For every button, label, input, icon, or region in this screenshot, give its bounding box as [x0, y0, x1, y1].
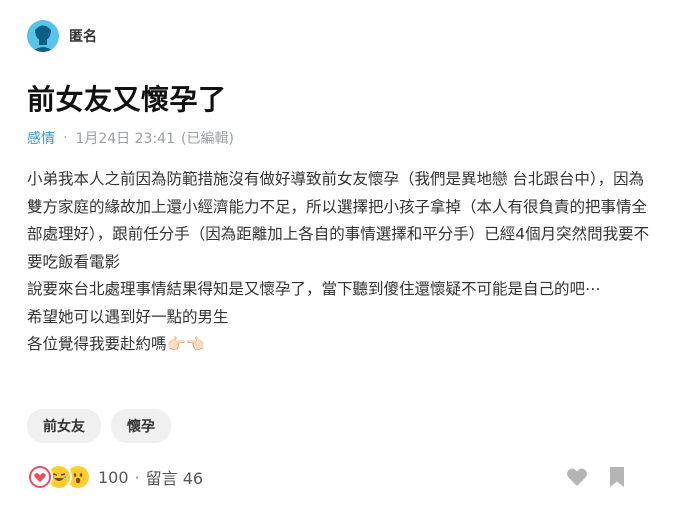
heart-outline-icon[interactable]	[566, 467, 588, 491]
forum-link[interactable]: 感情	[27, 128, 55, 148]
post-actions	[566, 466, 626, 492]
reaction-summary[interactable]	[27, 464, 91, 490]
author-name[interactable]: 匿名	[69, 26, 97, 46]
content-paragraph: 說要來台北處理事情結果得知是又懷孕了，當下聽到傻住還懷疑不可能是自己的吧⋯	[27, 280, 601, 298]
content-paragraph: 小弟我本人之前因為防範措施沒有做好導致前女友懷孕（我們是異地戀 台北跟台中），因…	[27, 170, 650, 271]
tag-chip[interactable]: 懷孕	[111, 409, 171, 443]
heart-reaction-icon	[27, 464, 53, 490]
post-meta: 感情 · 1月24日 23:41 (已編輯)	[27, 128, 234, 148]
footer-separator: ·	[134, 467, 140, 487]
reaction-count[interactable]: 100	[98, 468, 129, 487]
tag-chip[interactable]: 前女友	[27, 409, 101, 443]
bookmark-icon[interactable]	[608, 466, 626, 492]
content-paragraph: 希望她可以遇到好一點的男生	[27, 307, 229, 326]
tag-list: 前女友 懷孕	[27, 409, 171, 443]
edited-label: (已編輯)	[180, 131, 234, 147]
post-content: 小弟我本人之前因為防範措施沒有做好導致前女友懷孕（我們是異地戀 台北跟台中），因…	[27, 166, 657, 359]
comment-count[interactable]: 留言 46	[146, 465, 203, 489]
post-date: 1月24日 23:41	[75, 131, 175, 147]
anonymous-avatar-icon[interactable]	[27, 20, 59, 52]
content-paragraph: 各位覺得我要赴約嗎👉🏻👈🏻	[27, 335, 206, 353]
post-title: 前女友又懷孕了	[27, 83, 227, 116]
post-author[interactable]: 匿名	[27, 20, 97, 52]
post-footer: 100 · 留言 46	[27, 464, 203, 490]
meta-separator: ·	[63, 130, 68, 146]
